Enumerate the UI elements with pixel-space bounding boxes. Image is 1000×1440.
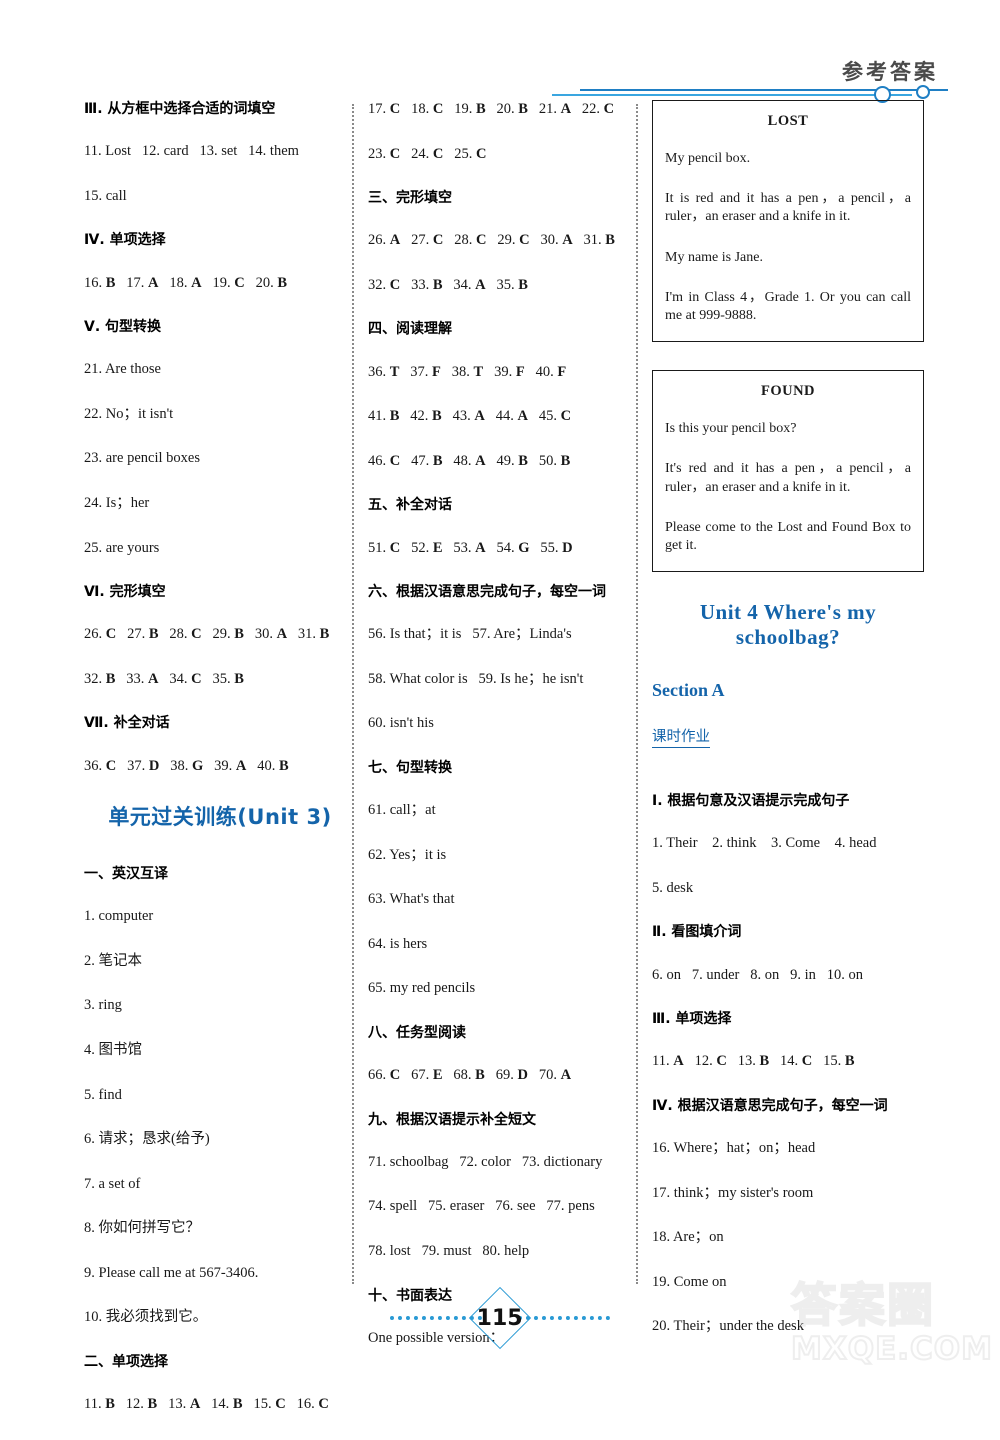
page-header-title: 参考答案 [842,60,938,84]
page-header: 参考答案 [0,0,1000,103]
answer-line: 58. What color is 59. Is he；he isn't [368,670,584,687]
section-heading: 六、根据汉语意思完成句子，每空一词 [368,584,606,601]
section-heading: 九、根据汉语提示补全短文 [368,1111,536,1128]
answer-line: 7. a set of [84,1175,141,1192]
section-heading: Ⅳ. 单项选择 [84,232,166,249]
answer-line: 65. my red pencils [368,980,476,997]
answer-line: 32. B 33. A 34. C 35. B [84,670,244,687]
answer-line: 21. Are those [84,361,161,378]
answer-line: 22. No；it isn't [84,405,174,422]
homework-label: 课时作业 [652,725,710,749]
answer-line: 56. Is that；it is 57. Are；Linda's [368,626,572,643]
notice-line: Is this your pencil box? [665,421,797,437]
section-heading: Ⅴ. 句型转换 [84,319,162,336]
unit-training-title: 单元过关训练(Unit 3) [108,805,332,830]
answer-line: 16. Where；hat；on；head [652,1140,816,1157]
answer-line: 11. B 12. B 13. A 14. B 15. C 16. C [84,1396,329,1413]
answer-line: 61. call；at [368,802,436,819]
found-notice-title: FOUND [760,383,816,400]
answer-line: 15. call [84,187,127,204]
answer-line: 6. on 7. under 8. on 9. in 10. on [652,966,864,983]
answer-line: 17. think；my sister's room [652,1184,814,1201]
answer-line: 41. B 42. B 43. A 44. A 45. C [368,408,572,425]
answer-line: 51. C 52. E 53. A 54. G 55. D [368,539,573,556]
section-heading: Ⅱ. 看图填介词 [652,924,742,941]
found-notice-box: FOUND Is this your pencil box? It's red a… [652,370,924,573]
lost-notice-box: LOST My pencil box. It is red and it has … [652,100,924,343]
lost-notice-body: My pencil box. It is red and it has a pen… [665,150,911,325]
homework-label-wrap: 课时作业 [652,725,924,770]
unit-4-title: Unit 4 Where's my schoolbag? [699,600,877,650]
header-rule-top [580,89,948,91]
notice-line: Please come to the Lost and Found Box to… [665,519,911,553]
answer-line: 5. find [84,1086,122,1103]
header-rule-bottom [552,94,912,96]
answer-line: 63. What's that [368,891,455,908]
answer-line: 4. 图书馆 [84,1042,142,1058]
found-notice-body: Is this your pencil box? It's red and it … [665,420,911,555]
answer-line: 11. Lost 12. card 13. set 14. them [84,143,299,160]
footer-dots-right [518,1316,610,1320]
answer-column-3: LOST My pencil box. It is red and it has … [652,100,924,1362]
answer-line: 74. spell 75. eraser 76. see 77. pens [368,1198,595,1215]
section-heading: Ⅲ. 从方框中选择合适的词填空 [84,101,276,117]
section-heading: 一、英汉互译 [84,866,168,883]
answer-line: 46. C 47. B 48. A 49. B 50. B [368,452,571,469]
section-heading: 五、补全对话 [368,497,452,514]
answer-line: 60. isn't his [368,715,434,732]
page-footer: 115 [0,1286,1000,1356]
notice-line: I'm in Class 4，Grade 1. Or you can call … [665,289,911,323]
section-heading: 三、完形填空 [368,190,452,207]
notice-line: It's red and it has a pen，a pencil，a rul… [665,461,911,495]
answer-line: 62. Yes；it is [368,846,447,863]
unit-4-answer-blocks: Ⅰ. 根据句意及汉语提示完成句子 1. Their 2. think 3. Com… [652,792,924,1337]
page-number-diamond: 115 [468,1286,532,1350]
section-heading: 四、阅读理解 [368,321,452,338]
answer-line: 1. computer [84,908,154,925]
notice-line: My pencil box. [665,151,751,166]
answer-line: 16. B 17. A 18. A 19. C 20. B [84,274,288,291]
answer-line: 2. 笔记本 [84,952,142,969]
header-circle-small-icon [916,85,930,99]
answer-line: 6. 请求；恳求(给予) [84,1131,210,1148]
answer-line: 9. Please call me at 567-3406. [84,1264,259,1281]
answer-line: 19. Come on [652,1273,727,1290]
page-number: 115 [477,1305,523,1331]
section-heading: Ⅵ. 完形填空 [84,584,166,601]
answer-line: 71. schoolbag 72. color 73. dictionary [368,1153,603,1170]
answer-column-2: 17. C 18. C 19. B 20. B 21. A 22. C 23. C… [368,100,640,1373]
notice-line: It is red and it has a pen，a pencil，a ru… [665,191,911,225]
answer-line: 66. C 67. E 68. B 69. D 70. A [368,1067,572,1084]
answer-line: 8. 你如何拼写它？ [84,1220,200,1237]
notice-line: My name is Jane. [665,249,763,265]
answer-line: 64. is hers [368,935,428,952]
answer-line: 24. Is；her [84,494,150,511]
answer-line: 5. desk [652,879,694,896]
answer-line: 1. Their 2. think 3. Come 4. head [652,835,877,852]
answer-line: 17. C 18. C 19. B 20. B 21. A 22. C [368,101,615,117]
answer-line: 11. A 12. C 13. B 14. C 15. B [652,1053,855,1070]
answer-line: 23. are pencil boxes [84,450,200,467]
answer-line: 23. C 24. C 25. C [368,145,487,162]
answer-line: 26. A 27. C 28. C 29. C 30. A 31. B [368,232,615,249]
section-heading: Ⅳ. 根据汉语意思完成句子，每空一词 [652,1097,888,1114]
lost-notice-title: LOST [767,113,809,129]
section-heading: Ⅰ. 根据句意及汉语提示完成句子 [652,793,850,810]
answer-column-1: Ⅲ. 从方框中选择合适的词填空 11. Lost 12. card 13. set… [84,100,356,1440]
section-heading: 七、句型转换 [368,759,452,776]
section-a-title: Section A [652,680,725,701]
answer-line: 25. are yours [84,539,160,556]
answer-line: 26. C 27. B 28. C 29. B 30. A 31. B [84,626,330,643]
answer-line: 32. C 33. B 34. A 35. B [368,276,528,293]
section-heading: Ⅶ. 补全对话 [84,715,170,732]
answer-line: 3. ring [84,997,122,1014]
answer-line: 18. Are；on [652,1229,724,1246]
section-heading: Ⅲ. 单项选择 [652,1011,732,1028]
footer-decoration: 115 [390,1286,610,1350]
section-heading: 八、任务型阅读 [368,1024,466,1041]
answer-line: 78. lost 79. must 80. help [368,1243,530,1259]
answer-line: 36. T 37. F 38. T 39. F 40. F [368,363,567,380]
answer-line: 36. C 37. D 38. G 39. A 40. B [84,757,289,774]
